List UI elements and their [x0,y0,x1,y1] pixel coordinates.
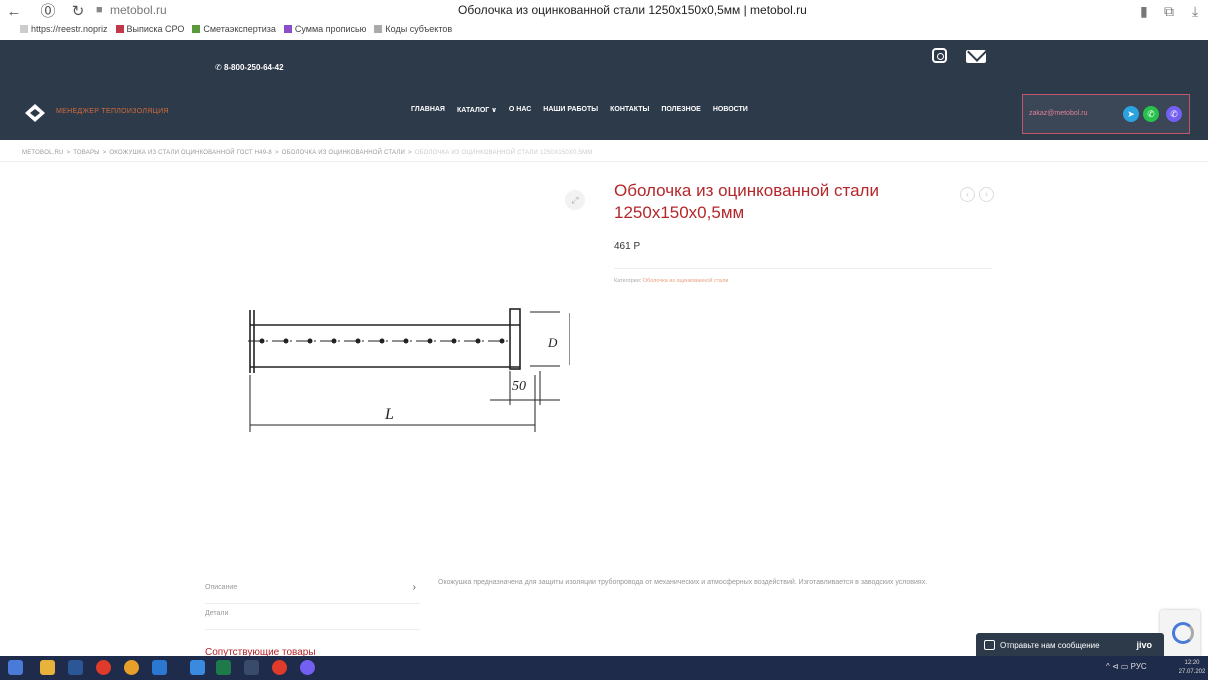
system-tray[interactable]: ^ ⊲ ▭ РУС [1106,662,1147,671]
app-icon[interactable] [152,660,167,675]
bookmark-item[interactable]: Сметаэкспертиза [192,22,276,36]
yandex-icon[interactable] [96,660,111,675]
word-icon[interactable] [68,660,83,675]
instagram-icon[interactable] [932,48,947,63]
date: 27.07.202 [1178,669,1206,675]
browser-toolbar: ← ⓪ ↻ ■ metobol.ru Оболочка из оцинкован… [0,0,1208,34]
start-icon[interactable] [8,660,23,675]
recaptcha-badge[interactable] [1160,610,1200,658]
app-icon[interactable] [244,660,259,675]
breadcrumb-separator: > [66,150,71,156]
chrome-icon[interactable] [124,660,139,675]
next-product-button[interactable]: › [979,187,994,202]
excel-icon[interactable] [216,660,231,675]
expand-icon[interactable]: ⤢ [565,190,585,210]
bookmarks-bar: https://reestr.nopriz Выписка СРО Сметаэкс… [20,22,452,36]
bookmark-label: Выписка СРО [126,24,185,34]
viber-icon[interactable]: ✆ [1166,106,1182,122]
message-icon [984,640,995,650]
breadcrumb-item[interactable]: METOBOL.RU [22,150,64,156]
product-tabs: Описание › Детали [205,578,420,630]
bookmark-icon [374,25,383,33]
bookmark-item[interactable]: Коды субъектов [374,22,452,36]
whatsapp-icon[interactable]: ✆ [1143,106,1159,122]
time: 12:20 [1184,660,1200,666]
lock-icon: ■ [96,4,103,16]
product-price: 461 Р [614,241,641,252]
bookmark-icon [115,25,124,33]
breadcrumb-separator: > [102,150,107,156]
product-description: Окожушка предназначена для защиты изоляц… [438,579,928,586]
back-button[interactable]: ← [4,2,24,22]
site-topbar: ✆ 8-800-250-64-42 [0,40,1208,90]
logo-text[interactable]: МЕНЕДЖЕР ТЕПЛОИЗОЛЯЦИЯ [56,108,169,115]
mail-icon[interactable] [966,50,986,63]
diameter-label: D [547,335,558,350]
viber-icon[interactable] [300,660,315,675]
tab-description[interactable]: Описание › [205,578,420,604]
bookmark-item[interactable]: Выписка СРО [115,22,185,36]
menu-item[interactable]: НАШИ РАБОТЫ [543,106,598,114]
product-category: Категория: Оболочка из оцинкованной стал… [614,278,729,284]
app-icon[interactable] [190,660,205,675]
tab-label: Описание [205,584,238,591]
email-link[interactable]: zakaz@metobol.ru [1029,110,1087,117]
reload-button[interactable]: ↻ [68,2,88,22]
bookmark-icon [283,25,292,33]
taskbar: ^ ⊲ ▭ РУС 12:20 27.07.202 [0,656,1208,680]
category-link[interactable]: Оболочка из оцинкованной стали [643,278,729,284]
breadcrumb-item: ОБОЛОЧКА ИЗ ОЦИНКОВАННОЙ СТАЛИ 1250X150X… [414,150,593,156]
explorer-icon[interactable] [40,660,55,675]
tab-details[interactable]: Детали [205,604,420,630]
menu-item[interactable]: ГЛАВНАЯ [411,106,445,114]
bookmark-icon[interactable]: ▮ [1140,3,1148,20]
menu-item[interactable]: О НАС [509,106,531,114]
product-drawing[interactable]: D 50 L [230,295,570,445]
chevron-right-icon: › [412,582,416,593]
chat-brand: jivo [1136,640,1152,650]
bookmark-item[interactable]: https://reestr.nopriz [20,22,108,36]
bookmark-label: Сметаэкспертиза [203,24,276,34]
page-title: Оболочка из оцинкованной стали 1250x150x… [458,3,807,17]
bookmark-label: https://reestr.nopriz [31,24,108,34]
address-bar[interactable]: metobol.ru [110,3,167,17]
bookmark-icon [192,25,201,33]
menu-item[interactable]: КАТАЛОГ ∨ [457,106,497,114]
bookmark-label: Коды субъектов [385,24,453,34]
chat-text: Отправьте нам сообщение [1000,641,1100,650]
breadcrumb: METOBOL.RU > ТОВАРЫ > ОКОЖУШКА ИЗ СТАЛИ ОЦИН… [22,150,592,156]
category-label: Категория: [614,278,642,284]
sidebar-icon[interactable]: ⓪ [38,2,58,22]
breadcrumb-separator: > [274,150,279,156]
contact-box: zakaz@metobol.ru ➤ ✆ ✆ [1022,94,1190,134]
breadcrumb-item[interactable]: ОКОЖУШКА ИЗ СТАЛИ ОЦИНКОВАННОЙ ГОСТ Н49-… [109,150,272,156]
bookmark-item[interactable]: Сумма прописью [283,22,367,36]
phone-number[interactable]: ✆ 8-800-250-64-42 [215,63,284,72]
clock[interactable]: 12:20 27.07.202 [1176,659,1208,677]
prev-product-button[interactable]: ‹ [960,187,975,202]
logo-icon[interactable] [24,102,46,124]
bookmark-icon [20,25,28,33]
length-label: L [384,406,394,423]
reader-icon[interactable]: ⧉ [1164,3,1174,20]
menu: ГЛАВНАЯ КАТАЛОГ ∨ О НАС НАШИ РАБОТЫ КОНТАКТЫ… [411,106,748,114]
menu-item[interactable]: ПОЛЕЗНОЕ [661,106,700,114]
phone-text: 8-800-250-64-42 [223,63,284,72]
menu-item[interactable]: НОВОСТИ [713,106,748,114]
menu-item[interactable]: КОНТАКТЫ [610,106,649,114]
download-icon[interactable]: ⤓ [1192,3,1198,20]
divider [614,268,992,269]
main-navigation: МЕНЕДЖЕР ТЕПЛОИЗОЛЯЦИЯ ГЛАВНАЯ КАТАЛОГ ∨ О… [0,90,1208,140]
bookmark-label: Сумма прописью [294,24,367,34]
tab-label: Детали [205,610,229,617]
breadcrumb-separator: > [408,150,412,156]
divider [0,161,1208,162]
offset-label: 50 [512,379,526,394]
product-title: Оболочка из оцинкованной стали 1250x150x… [614,181,879,222]
yandex-browser-icon[interactable] [272,660,287,675]
telegram-icon[interactable]: ➤ [1123,106,1139,122]
breadcrumb-item[interactable]: ОБОЛОЧКА ИЗ ОЦИНКОВАННОЙ СТАЛИ [282,150,405,156]
breadcrumb-item[interactable]: ТОВАРЫ [73,150,99,156]
